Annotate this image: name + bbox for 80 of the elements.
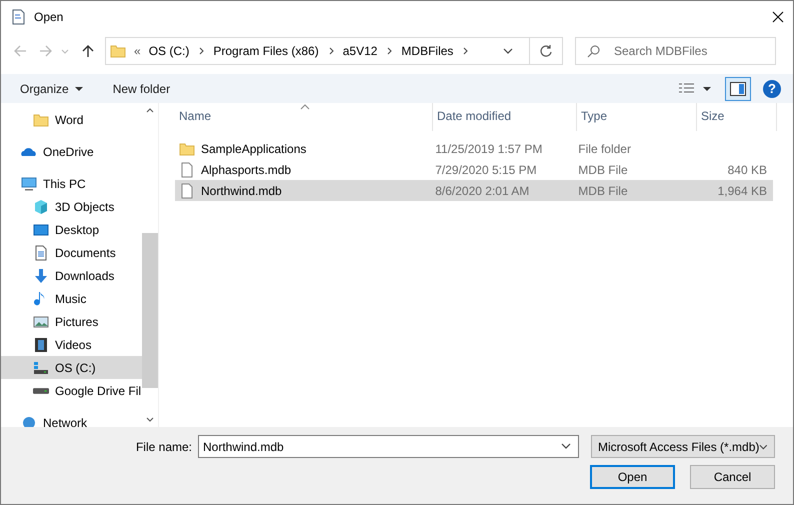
document-icon (10, 8, 26, 24)
date-modified: 11/25/2019 1:57 PM (435, 142, 542, 156)
cancel-button[interactable]: Cancel (690, 465, 775, 489)
file-type: MDB File (578, 184, 628, 198)
desktop-icon (33, 222, 49, 238)
monitor-icon (21, 176, 37, 192)
close-icon[interactable] (772, 10, 784, 22)
file-row[interactable]: Alphasports.mdb 7/29/2020 5:15 PM MDB File 840 KB (175, 159, 773, 180)
sidebar-item[interactable]: Music (1, 287, 142, 310)
address-bar[interactable]: « OS (C:) Program Files (x86) a5V12 MDBFiles (105, 37, 563, 65)
breadcrumb[interactable]: MDBFiles (401, 44, 454, 58)
column-header[interactable]: Name (175, 103, 433, 131)
up-arrow-icon[interactable] (81, 44, 95, 58)
column-header[interactable]: Date modified (433, 103, 577, 131)
breadcrumb[interactable]: OS (C:) (148, 44, 190, 58)
folder-icon (33, 112, 49, 128)
sidebar-item[interactable]: Desktop (1, 218, 142, 241)
folder-icon (179, 140, 195, 156)
chevron-up-icon[interactable] (146, 107, 154, 115)
file-icon (179, 162, 195, 178)
file-name: Northwind.mdb (201, 184, 282, 198)
sidebar-item[interactable]: OneDrive (1, 140, 142, 163)
file-name: SampleApplications (201, 142, 306, 156)
help-button[interactable]: ? (763, 80, 781, 98)
file-size: 840 KB (728, 162, 767, 176)
chevron-right-icon[interactable] (326, 47, 335, 55)
sidebar-item[interactable]: Word (1, 108, 142, 131)
file-icon (179, 182, 195, 198)
sidebar-item[interactable]: Videos (1, 333, 142, 356)
file-name: Alphasports.mdb (201, 162, 292, 176)
organize-menu[interactable]: Organize (20, 82, 83, 96)
cube-icon (33, 198, 49, 214)
list-view-icon[interactable] (679, 82, 695, 94)
file-type-dropdown[interactable]: Microsoft Access Files (*.mdb) (591, 435, 775, 458)
file-name-label: File name: (136, 440, 192, 454)
date-modified: 7/29/2020 5:15 PM (435, 162, 537, 176)
sidebar-item[interactable]: OS (C:) (1, 356, 142, 379)
date-modified: 8/6/2020 2:01 AM (435, 184, 530, 198)
sidebar-item[interactable]: Network (1, 411, 142, 427)
file-row[interactable]: Northwind.mdb 8/6/2020 2:01 AM MDB File 1,964 KB (175, 180, 773, 201)
down-arrow-icon (33, 268, 49, 284)
chevron-down-icon[interactable] (561, 441, 571, 451)
picture-icon (33, 314, 49, 330)
preview-pane-button[interactable] (725, 76, 751, 100)
breadcrumb[interactable]: Program Files (x86) (213, 44, 319, 58)
sidebar-item[interactable]: Downloads (1, 264, 142, 287)
open-button[interactable]: Open (590, 465, 675, 489)
column-header[interactable]: Type (577, 103, 697, 131)
overflow-chevrons[interactable]: « (134, 44, 141, 58)
file-row[interactable]: SampleApplications 11/25/2019 1:57 PM File folder (175, 138, 773, 159)
caret-icon[interactable] (74, 84, 83, 92)
drive-icon (33, 388, 49, 394)
window-title: Open (34, 10, 64, 24)
refresh-icon[interactable] (539, 44, 553, 58)
file-type: File folder (578, 142, 631, 156)
document-icon (33, 244, 49, 260)
search-field[interactable]: Search MDBFiles (575, 37, 776, 65)
new-folder-button[interactable]: New folder (112, 82, 170, 96)
column-header[interactable]: Size (697, 103, 777, 131)
search-icon (587, 44, 601, 58)
film-icon (33, 336, 49, 352)
file-type: MDB File (578, 162, 628, 176)
chevron-right-icon[interactable] (461, 47, 470, 55)
file-name-field[interactable]: Northwind.mdb (198, 435, 579, 458)
folder-icon (110, 43, 126, 59)
caret-icon[interactable] (703, 84, 711, 92)
sidebar-item[interactable]: Google Drive Fil (1, 379, 142, 402)
chevron-right-icon[interactable] (197, 47, 206, 55)
breadcrumb[interactable]: a5V12 (342, 44, 378, 58)
sidebar-item[interactable]: 3D Objects (1, 195, 142, 218)
sidebar-item[interactable]: Pictures (1, 310, 142, 333)
sidebar-item[interactable]: Documents (1, 241, 142, 264)
chevron-right-icon[interactable] (385, 47, 394, 55)
sort-caret-icon[interactable] (300, 104, 310, 110)
file-size: 1,964 KB (718, 184, 767, 198)
system-drive-icon (33, 360, 49, 376)
preview-pane-icon[interactable] (730, 82, 746, 96)
chevron-down-icon[interactable] (146, 415, 154, 423)
sidebar-item[interactable]: This PC (1, 172, 142, 195)
chevron-down-icon[interactable] (503, 46, 513, 56)
